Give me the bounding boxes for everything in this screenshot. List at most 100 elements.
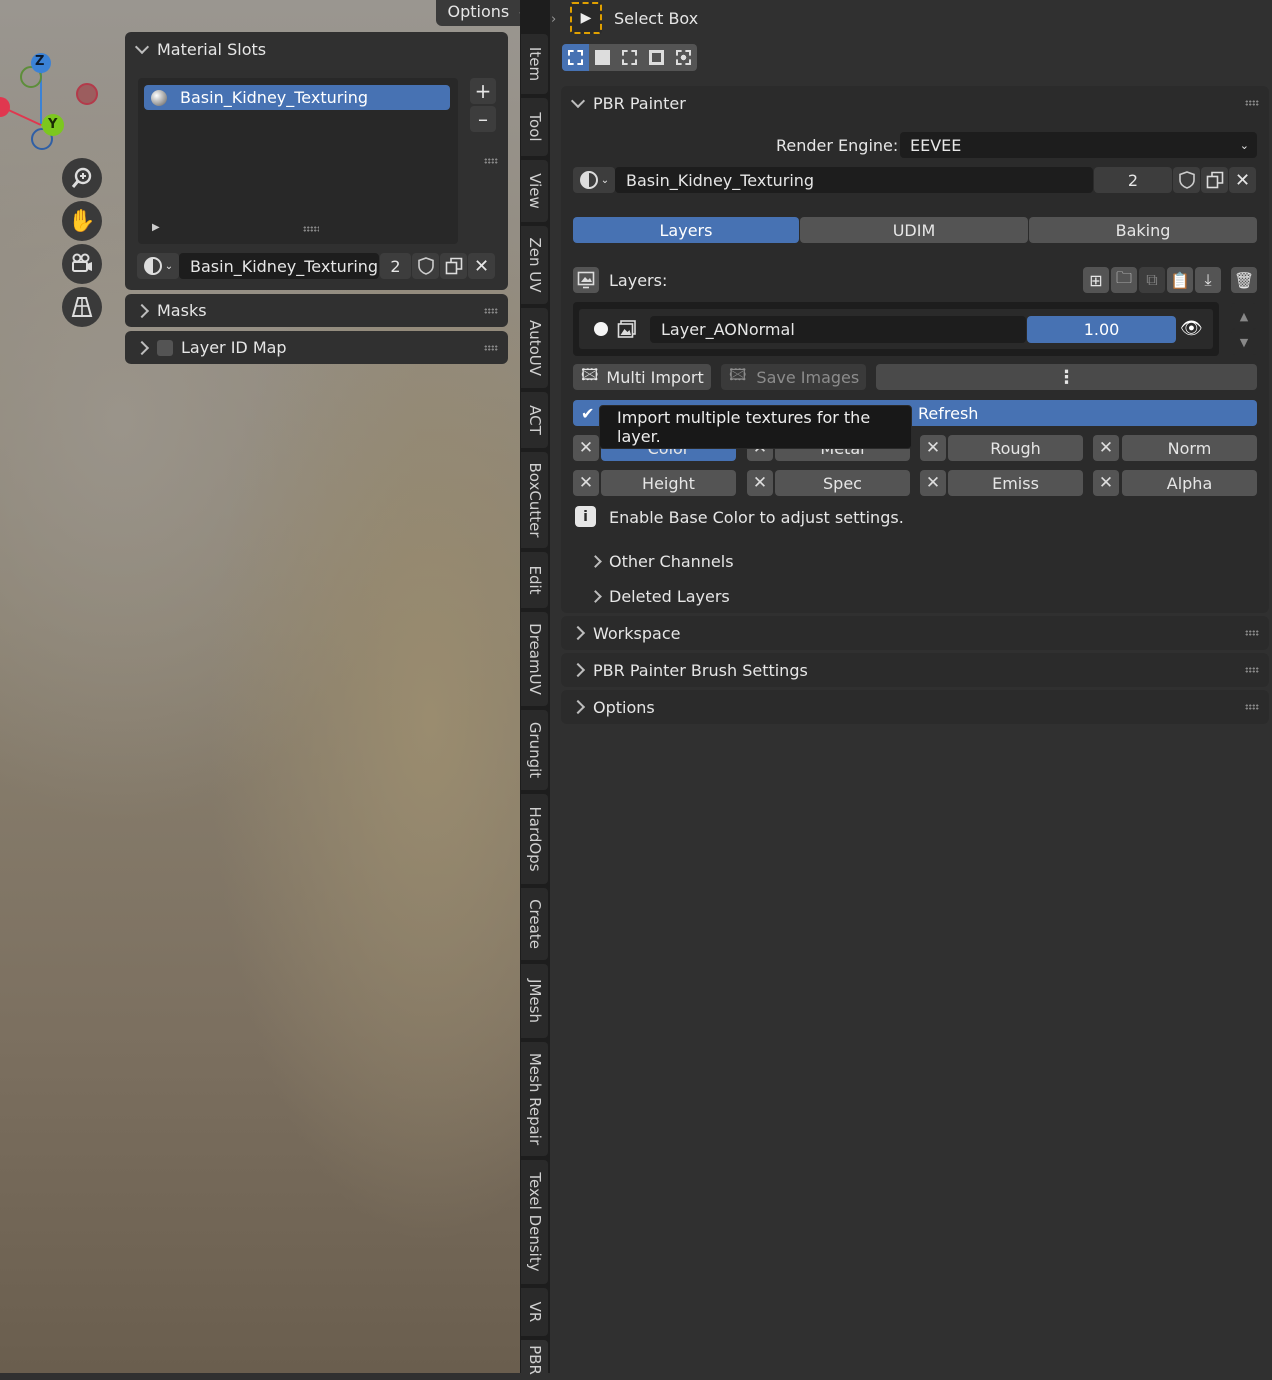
viewport-options-dropdown[interactable]: Options ⌄ [436, 0, 520, 26]
mode-extend-button[interactable] [589, 44, 616, 71]
tab-baking[interactable]: Baking [1029, 217, 1257, 243]
add-layer-button[interactable]: ⊞ [1083, 267, 1109, 293]
layer-name-field[interactable]: Layer_AONormal [650, 316, 1026, 343]
more-options-button[interactable]: ⋮ [876, 364, 1257, 390]
channel-remove-rough[interactable]: ✕ [920, 435, 946, 461]
channel-remove-alpha[interactable]: ✕ [1093, 470, 1119, 496]
channel-norm-button[interactable]: Norm [1122, 435, 1257, 461]
channel-remove-spec[interactable]: ✕ [747, 470, 773, 496]
mode-new-button[interactable] [562, 44, 589, 71]
add-material-slot-button[interactable]: + [470, 78, 496, 104]
drag-grip-icon[interactable] [484, 307, 498, 314]
channel-remove-color[interactable]: ✕ [573, 435, 599, 461]
channel-rough-button[interactable]: Rough [948, 435, 1083, 461]
move-layer-up-button[interactable]: ▲ [1231, 303, 1257, 329]
drag-grip-icon[interactable] [1245, 704, 1259, 710]
channel-height-button[interactable]: Height [601, 470, 736, 496]
sidebar-tab-grungit[interactable]: Grungit [521, 710, 548, 790]
multi-import-button[interactable]: 🖾 Multi Import [573, 364, 711, 390]
sidebar-tab-vr[interactable]: VR [521, 1288, 548, 1336]
layer-dot-icon[interactable] [594, 322, 608, 336]
sidebar-tab-view[interactable]: View [521, 160, 548, 222]
camera-view-button[interactable] [62, 244, 102, 284]
channel-emiss-button[interactable]: Emiss [948, 470, 1083, 496]
fake-user-button[interactable] [1173, 167, 1200, 193]
chevron-right-icon[interactable]: › [551, 12, 556, 27]
deleted-layers-subpanel[interactable]: Deleted Layers [589, 585, 730, 607]
unlink-material-button[interactable]: ✕ [468, 253, 495, 279]
duplicate-material-button[interactable] [440, 253, 467, 279]
layers-preview-button[interactable] [573, 267, 599, 293]
material-browse-dropdown[interactable]: ⌄ [573, 167, 615, 193]
drag-grip-icon[interactable] [1245, 630, 1259, 636]
options-panel[interactable]: Options [561, 690, 1269, 724]
perspective-toggle-button[interactable] [62, 287, 102, 327]
remove-material-slot-button[interactable]: – [470, 106, 496, 132]
layer-row[interactable]: Layer_AONormal 1.00 👁 [579, 309, 1213, 349]
copy-layer-button[interactable]: ⧉ [1139, 267, 1165, 293]
channel-remove-emiss[interactable]: ✕ [920, 470, 946, 496]
duplicate-material-button[interactable] [1201, 167, 1228, 193]
paste-layer-button[interactable]: 📋 [1167, 267, 1193, 293]
brush-settings-panel[interactable]: PBR Painter Brush Settings [561, 653, 1269, 687]
material-slot-item[interactable]: Basin_Kidney_Texturing [144, 85, 450, 110]
material-name-field[interactable]: Basin_Kidney_Texturing [179, 253, 379, 279]
workspace-panel[interactable]: Workspace [561, 616, 1269, 650]
sidebar-tab-mesh-repair[interactable]: Mesh Repair [521, 1042, 548, 1156]
sidebar-tab-boxcutter[interactable]: BoxCutter [521, 452, 548, 548]
move-layer-down-button[interactable]: ▼ [1231, 329, 1257, 355]
mode-intersect-button[interactable] [670, 44, 697, 71]
render-engine-dropdown[interactable]: EEVEE ⌄ [900, 132, 1257, 158]
channel-remove-height[interactable]: ✕ [573, 470, 599, 496]
axis-gizmo[interactable] [0, 45, 110, 155]
sidebar-tab-edit[interactable]: Edit [521, 552, 548, 608]
channel-alpha-button[interactable]: Alpha [1122, 470, 1257, 496]
mode-subtract-button[interactable] [616, 44, 643, 71]
layer-id-map-panel[interactable]: Layer ID Map [125, 331, 508, 364]
sidebar-tab-zen-uv[interactable]: Zen UV [521, 226, 548, 304]
3d-viewport[interactable]: Options ⌄ Z Y ✋ [0, 0, 520, 1373]
layer-id-map-header[interactable]: Layer ID Map [125, 331, 508, 364]
tab-layers[interactable]: Layers [573, 217, 799, 243]
sidebar-tab-hardops[interactable]: HardOps [521, 794, 548, 884]
sidebar-tab-pbr[interactable]: PBR [521, 1340, 548, 1380]
pan-button[interactable]: ✋ [62, 201, 102, 241]
masks-panel[interactable]: Masks [125, 294, 508, 327]
channel-spec-button[interactable]: Spec [775, 470, 910, 496]
eye-visibility-icon[interactable]: 👁 [1180, 318, 1203, 339]
drag-grip-icon[interactable] [1245, 667, 1259, 673]
delete-layer-button[interactable]: 🗑 [1231, 267, 1257, 293]
sidebar-tab-item[interactable]: Item [521, 34, 548, 94]
material-browse-dropdown[interactable]: ⌄ [137, 253, 179, 279]
sidebar-tab-dreamuv[interactable]: DreamUV [521, 612, 548, 706]
material-user-count[interactable]: 2 [380, 253, 411, 279]
pbr-painter-header[interactable]: PBR Painter [561, 86, 1269, 120]
list-expand-icon[interactable]: ▶ [152, 222, 160, 233]
material-slots-header[interactable]: Material Slots [125, 32, 508, 164]
material-slot-list[interactable]: Basin_Kidney_Texturing ▶ [138, 78, 458, 244]
sidebar-tab-autouv[interactable]: AutoUV [521, 308, 548, 388]
channel-remove-norm[interactable]: ✕ [1093, 435, 1119, 461]
drag-grip-icon[interactable] [1245, 100, 1259, 106]
fake-user-button[interactable] [412, 253, 439, 279]
add-folder-button[interactable]: 🗀 [1111, 267, 1137, 293]
sidebar-tab-act[interactable]: ACT [521, 392, 548, 448]
tab-udim[interactable]: UDIM [800, 217, 1028, 243]
sidebar-tab-tool[interactable]: Tool [521, 98, 548, 156]
list-resize-grip-icon[interactable] [303, 226, 319, 232]
zoom-button[interactable] [62, 158, 102, 198]
mode-invert-button[interactable] [643, 44, 670, 71]
sidebar-tab-texel-density[interactable]: Texel Density [521, 1160, 548, 1284]
material-user-count[interactable]: 2 [1094, 167, 1172, 193]
drag-grip-icon[interactable] [484, 344, 498, 351]
sidebar-tab-create[interactable]: Create [521, 888, 548, 960]
other-channels-subpanel[interactable]: Other Channels [589, 550, 734, 572]
save-images-button[interactable]: 🖾 Save Images [721, 364, 866, 390]
select-box-tool-icon[interactable]: ▶ [570, 2, 602, 34]
layer-id-map-checkbox[interactable] [157, 339, 173, 356]
unlink-material-button[interactable]: ✕ [1229, 167, 1256, 193]
layer-opacity-slider[interactable]: 1.00 [1027, 316, 1176, 343]
layer-list[interactable]: Layer_AONormal 1.00 👁 [573, 302, 1219, 356]
sidebar-tab-jmesh[interactable]: JMesh [521, 964, 548, 1038]
import-layer-button[interactable]: ⤓ [1195, 267, 1221, 293]
